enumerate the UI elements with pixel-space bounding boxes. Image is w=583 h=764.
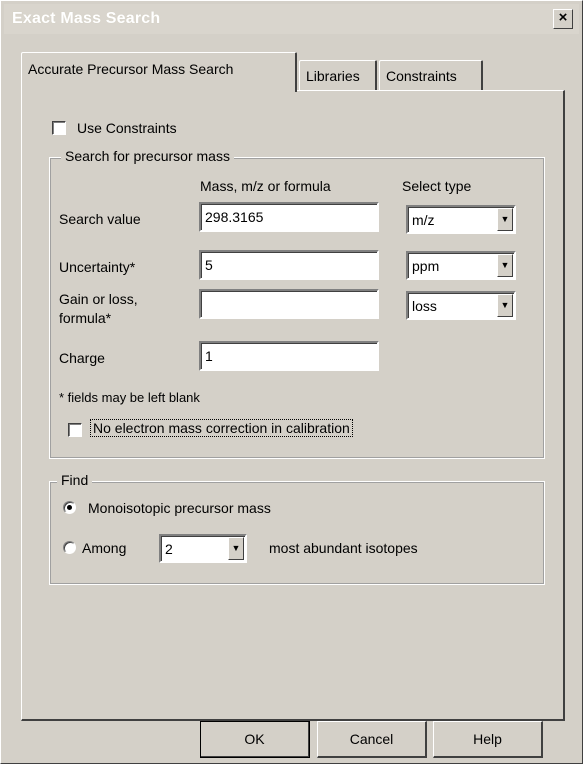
use-constraints-label: Use Constraints (77, 120, 177, 136)
selected-value: loss (412, 298, 437, 314)
optional-fields-note: * fields may be left blank (59, 390, 200, 405)
isotopes-suffix-label: most abundant isotopes (269, 540, 418, 556)
tab-label: Accurate Precursor Mass Search (28, 61, 234, 77)
mass-column-header: Mass, m/z or formula (200, 178, 331, 194)
gain-loss-type-select[interactable]: loss ▼ (406, 291, 516, 320)
tab-panel: Use Constraints Search for precursor mas… (21, 90, 565, 721)
selected-value: m/z (412, 212, 435, 228)
cancel-button[interactable]: Cancel (317, 721, 427, 758)
monoisotopic-label: Monoisotopic precursor mass (88, 500, 271, 516)
uncertainty-label: Uncertainty* (59, 259, 136, 275)
close-button[interactable]: × (553, 9, 573, 29)
title-bar[interactable]: Exact Mass Search × (4, 4, 579, 34)
tab-accurate-precursor-mass-search[interactable]: Accurate Precursor Mass Search (21, 52, 297, 92)
close-icon: × (558, 9, 568, 26)
uncertainty-input[interactable]: 5 (199, 250, 379, 280)
chevron-down-icon[interactable]: ▼ (497, 254, 513, 277)
help-button[interactable]: Help (433, 721, 543, 758)
among-label: Among (82, 540, 127, 556)
no-electron-mass-label[interactable]: No electron mass correction in calibrati… (90, 419, 353, 437)
gain-loss-label-line1: Gain or loss, (59, 291, 138, 307)
gain-loss-label-line2: formula* (59, 310, 112, 326)
charge-label: Charge (59, 350, 105, 366)
radio-dot (67, 505, 72, 510)
no-electron-mass-checkbox[interactable] (68, 423, 82, 437)
gain-loss-input[interactable] (199, 289, 379, 319)
ok-button[interactable]: OK (200, 721, 310, 758)
uncertainty-type-select[interactable]: ppm ▼ (406, 251, 516, 280)
find-group (49, 481, 545, 585)
monoisotopic-radio[interactable] (63, 501, 76, 514)
use-constraints-checkbox[interactable] (52, 121, 66, 135)
select-type-column-header: Select type (402, 178, 472, 194)
selected-value: 2 (165, 541, 173, 557)
search-value-type-select[interactable]: m/z ▼ (406, 205, 516, 234)
tab-libraries[interactable]: Libraries (299, 60, 377, 90)
charge-input[interactable]: 1 (199, 341, 379, 371)
chevron-down-icon[interactable]: ▼ (228, 537, 244, 560)
tab-label: Libraries (306, 67, 360, 84)
chevron-down-icon[interactable]: ▼ (497, 208, 513, 231)
search-group-legend: Search for precursor mass (61, 148, 234, 164)
chevron-down-icon[interactable]: ▼ (497, 294, 513, 317)
window-title: Exact Mass Search (12, 10, 161, 27)
selected-value: ppm (412, 258, 440, 274)
among-radio[interactable] (63, 541, 76, 554)
search-value-input[interactable]: 298.3165 (199, 202, 379, 232)
find-group-legend: Find (57, 472, 93, 488)
isotope-count-select[interactable]: 2 ▼ (159, 534, 247, 563)
search-value-label: Search value (59, 211, 141, 227)
exact-mass-search-dialog: Exact Mass Search × Accurate Precursor M… (0, 0, 583, 764)
tab-constraints[interactable]: Constraints (379, 60, 483, 90)
tab-label: Constraints (386, 67, 457, 84)
